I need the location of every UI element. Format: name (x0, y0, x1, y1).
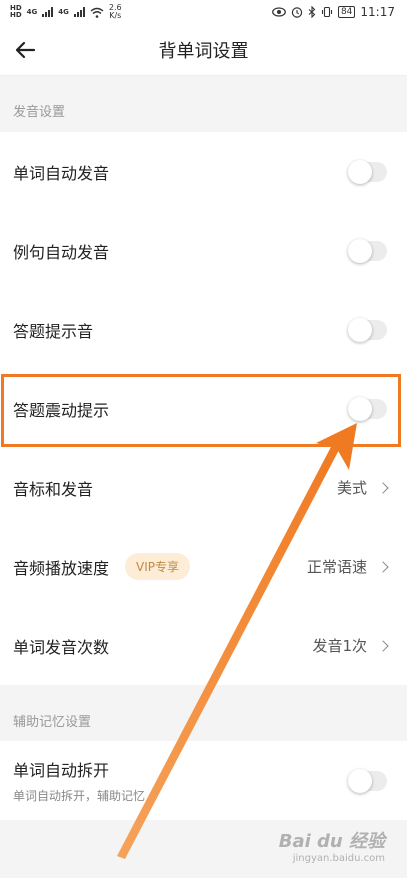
row-label: 单词发音次数 (13, 637, 110, 657)
chevron-right-icon (377, 560, 389, 573)
row-answer-vibrate: 答题震动提示 (0, 369, 407, 448)
toggle-knob (348, 238, 372, 263)
status-bar: HD HD 4G 4G 2.6 K/s 84 11:17 (0, 0, 407, 24)
toggle-knob (348, 768, 372, 793)
row-pronounce-count[interactable]: 单词发音次数 发音1次 (0, 606, 407, 685)
hd-indicators: HD HD (10, 5, 22, 19)
toggle-knob (348, 396, 372, 421)
toggle-word-auto-pronounce[interactable] (348, 159, 387, 184)
row-answer-sound: 答题提示音 (0, 290, 407, 369)
page-title: 背单词设置 (158, 40, 249, 62)
row-value-group: 美式 (336, 477, 389, 498)
network-label-1: 4G (26, 7, 38, 16)
vip-badge: VIP专享 (125, 553, 191, 580)
network-label-2: 4G (58, 7, 69, 16)
row-word-auto-pronounce: 单词自动发音 (0, 132, 407, 211)
bluetooth-icon (308, 6, 316, 18)
row-value: 发音1次 (312, 637, 367, 655)
section-header-memory: 辅助记忆设置 (13, 715, 92, 730)
vibrate-icon (321, 6, 333, 18)
chevron-right-icon (377, 481, 389, 494)
hd-label-2: HD (10, 11, 22, 19)
watermark-logo: Bai du 经验 (278, 831, 385, 852)
row-sub-label: 单词自动拆开，辅助记忆 (13, 789, 146, 803)
row-value-group: 正常语速 (306, 556, 389, 577)
net-speed-unit: K/s (109, 11, 122, 20)
row-label: 音标和发音 (13, 479, 94, 499)
row-texts: 单词自动拆开 单词自动拆开，辅助记忆 (13, 757, 145, 804)
toggle-word-split[interactable] (348, 768, 387, 793)
row-word-split: 单词自动拆开 单词自动拆开，辅助记忆 (0, 741, 407, 820)
toggle-sentence-auto-pronounce[interactable] (348, 238, 387, 263)
row-sentence-auto-pronounce: 例句自动发音 (0, 211, 407, 290)
chevron-right-icon (377, 639, 389, 652)
row-label: 单词自动发音 (13, 163, 110, 183)
signal-icon-1 (42, 7, 54, 17)
back-arrow-icon (15, 41, 36, 59)
row-audio-speed[interactable]: 音频播放速度 VIP专享 正常语速 (0, 527, 407, 606)
row-label: 答题震动提示 (13, 400, 110, 420)
watermark-url: jingyan.baidu.com (292, 853, 385, 864)
row-value: 美式 (336, 479, 367, 497)
wifi-icon (90, 7, 104, 18)
alarm-icon (291, 7, 303, 18)
toggle-knob (348, 317, 372, 342)
row-phonetic[interactable]: 音标和发音 美式 (0, 448, 407, 527)
net-speed: 2.6 K/s (109, 4, 122, 20)
row-label: 答题提示音 (13, 321, 94, 341)
watermark: Bai du 经验 jingyan.baidu.com (279, 827, 385, 864)
back-button[interactable] (10, 36, 40, 64)
status-time: 11:17 (360, 5, 395, 19)
header-bar: 背单词设置 (0, 24, 407, 76)
toggle-knob (348, 159, 372, 184)
toggle-answer-vibrate[interactable] (348, 396, 387, 421)
row-label: 音频播放速度 (13, 558, 110, 578)
battery-indicator: 84 (337, 6, 356, 18)
row-label: 单词自动拆开 (13, 761, 110, 780)
status-right: 84 11:17 (272, 5, 395, 19)
row-value: 正常语速 (306, 558, 367, 576)
row-label: 例句自动发音 (13, 242, 110, 262)
status-left: HD HD 4G 4G 2.6 K/s (10, 4, 122, 20)
section-header-pronunciation: 发音设置 (13, 105, 66, 120)
eye-icon (272, 7, 286, 17)
row-value-group: 发音1次 (312, 635, 389, 656)
toggle-answer-sound[interactable] (348, 317, 387, 342)
signal-icon-2 (73, 7, 85, 17)
